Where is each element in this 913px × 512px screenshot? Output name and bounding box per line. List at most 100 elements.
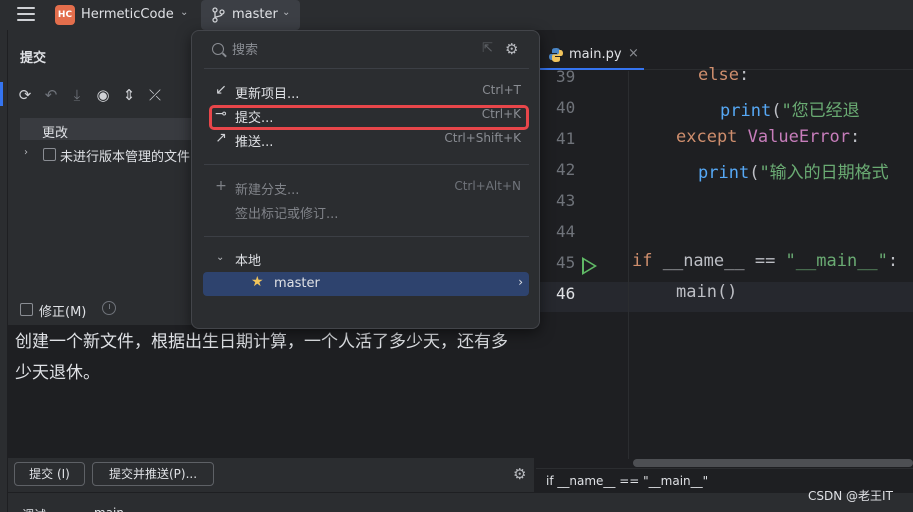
commit-button[interactable]: 提交 (I) [14,462,85,486]
star-icon: ★ [251,274,264,290]
unversioned-chevron-right-icon[interactable]: › [24,147,28,158]
line-number: 40 [556,98,576,117]
tab-close-icon[interactable]: × [628,46,639,61]
line-number: 42 [556,160,576,179]
code-line[interactable]: except ValueError: [676,127,860,147]
title-bar: HC HermeticCode ⌄ master ⌄ [0,0,913,30]
line-number: 45 [556,253,576,272]
plus-icon: + [215,178,227,194]
main-menu-icon[interactable] [17,7,35,23]
local-group-chevron-down-icon[interactable]: ⌄ [216,252,224,263]
chevron-right-icon: › [518,275,523,289]
local-branches-group[interactable]: 本地 [235,250,261,269]
commit-options-gear-icon[interactable]: ⚙ [513,465,526,483]
code-line[interactable]: print("您已经退 [720,96,860,121]
unversioned-checkbox[interactable] [43,148,56,161]
collapse-all-icon[interactable]: ⤫ [146,86,164,104]
menu-item-label: 签出标记或修订... [235,207,339,222]
run-config-main[interactable]: main [94,506,124,512]
menu-item-push[interactable]: ↗ 推送... Ctrl+Shift+K [204,127,529,151]
menu-item-shortcut: Ctrl+Alt+N [454,179,521,193]
code-token: "__main__" [785,251,888,271]
code-token: ValueError [747,127,851,147]
gutter-separator [628,71,629,459]
code-token: "输入的日期格式 [759,163,889,183]
commit-message-input[interactable]: 创建一个新文件，根据出生日期计算，一个人活了多少天，还有多少天退休。 [8,326,535,458]
search-input[interactable] [232,39,472,61]
python-file-icon [549,48,563,62]
menu-item-label: 推送... [235,135,274,150]
git-branch-icon [212,7,225,23]
commit-and-push-button[interactable]: 提交并推送(P)... [92,462,214,486]
branch-chevron-down-icon: ⌄ [282,7,291,18]
code-token: print [720,101,772,121]
divider [204,236,529,237]
code-token: print [698,163,750,183]
code-line[interactable]: print("输入的日期格式 [698,158,889,183]
arrow-down-left-icon: ↙ [215,82,227,98]
tab-main-py[interactable]: main.py × [536,40,644,70]
code-line[interactable]: main() [676,282,737,302]
arrow-up-right-icon: ↗ [215,130,227,146]
menu-item-update-project[interactable]: ↙ 更新项目... Ctrl+T [204,79,529,103]
vcs-popup-menu: ⇱ ⚙ ↙ 更新项目... Ctrl+T ⊸ 提交... Ctrl+K ↗ 推送… [191,30,540,329]
rollback-icon[interactable]: ↶ [42,86,60,104]
gear-icon[interactable]: ⚙ [505,40,518,58]
menu-item-label: 新建分支... [235,183,300,198]
menu-item-label: 更新项目... [235,87,300,102]
branch-widget[interactable]: master ⌄ [201,0,300,30]
commit-panel-title: 提交 [20,51,47,66]
changes-group-row[interactable]: 更改 [20,118,198,141]
horizontal-scrollbar[interactable] [633,459,913,467]
branch-name: master [232,7,278,22]
bottom-tool-strip: 调试 main [8,492,913,512]
menu-item-shortcut: Ctrl+Shift+K [444,131,521,145]
code-line[interactable]: if __name__ == "__main__": [632,251,898,271]
branch-item-master[interactable]: ★ master › [203,272,529,296]
code-token: : [887,251,899,271]
code-token: ( [771,101,782,121]
code-token: main() [676,282,738,302]
project-chevron-down-icon[interactable]: ⌄ [180,7,188,18]
menu-item-shortcut: Ctrl+T [482,83,521,97]
tab-label: main.py [569,47,622,62]
eye-icon[interactable]: ◉ [94,86,112,104]
search-icon [212,43,224,55]
branch-item-label: master [274,276,320,291]
code-line[interactable]: else: [698,65,749,85]
breadcrumb-item[interactable]: if __name__ == "__main__" [546,474,708,488]
watermark: CSDN @老王IT [808,489,893,503]
code-token: : [738,65,750,85]
code-token: __name__ == [662,251,786,271]
code-token: "您已经退 [781,101,860,121]
pin-icon[interactable]: ⇱ [482,41,493,56]
line-number: 39 [556,67,576,86]
project-name[interactable]: HermeticCode [81,7,174,22]
line-number: 44 [556,222,576,241]
menu-item-checkout-tag[interactable]: 签出标记或修订... [204,199,529,223]
commit-highlight-annotation [209,105,529,130]
commit-message-text: 创建一个新文件，根据出生日期计算，一个人活了多少天，还有多少天退休。 [15,332,508,383]
line-number: 46 [556,284,576,303]
debug-tab[interactable]: 调试 [22,506,46,512]
amend-checkbox[interactable] [20,303,33,316]
code-token: : [850,127,861,147]
unversioned-files-label[interactable]: 未进行版本管理的文件 [60,146,190,165]
run-gutter-icon[interactable] [582,257,597,275]
project-badge[interactable]: HC [55,5,75,25]
history-clock-icon[interactable] [102,301,116,315]
line-number: 41 [556,129,576,148]
refresh-icon[interactable]: ⟳ [16,86,34,104]
code-editor[interactable]: main.py × 39 else: 40 print("您已经退 41 except V… [536,30,913,492]
code-token: except [676,127,748,147]
code-token: if [632,251,663,271]
divider [204,68,529,69]
download-icon[interactable]: ⤓ [68,86,86,104]
expand-all-icon[interactable]: ⇕ [120,86,138,104]
amend-label[interactable]: 修正(M) [39,301,86,320]
code-token: else [698,65,739,85]
changes-label: 更改 [42,126,69,141]
code-token: ( [749,163,760,183]
menu-item-new-branch[interactable]: + 新建分支... Ctrl+Alt+N [204,175,529,199]
divider [204,164,529,165]
